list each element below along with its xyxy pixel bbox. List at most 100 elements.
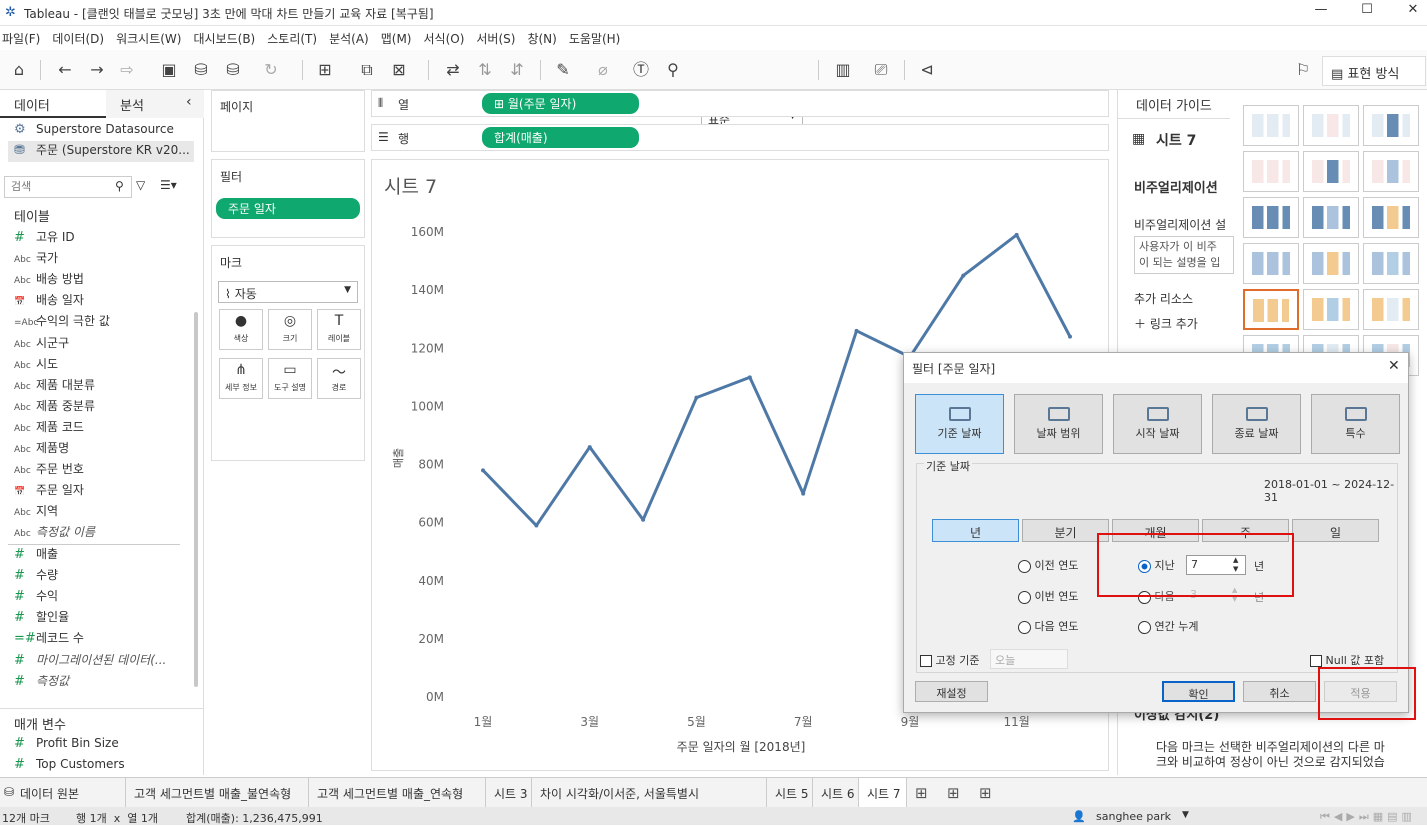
opt-next-year[interactable]: 다음 연도 — [1018, 618, 1078, 634]
unit-1[interactable]: 분기 — [1022, 519, 1109, 542]
opt-this-year[interactable]: 이번 연도 — [1018, 588, 1078, 604]
data-point[interactable] — [961, 273, 966, 278]
data-point[interactable] — [801, 491, 806, 496]
sheet-nav-icons[interactable]: ⏮◀▶⏭▦▤▥ — [1320, 810, 1416, 824]
measure-field[interactable]: # 할인율 — [14, 608, 194, 629]
mark-button-0[interactable]: ● 색상 — [219, 309, 263, 350]
search-input[interactable] — [5, 177, 105, 195]
data-point[interactable] — [1068, 334, 1072, 339]
sheet-tab-0[interactable]: 데이터 원본 — [0, 778, 126, 808]
duplicate-sheet-icon[interactable]: ⧉ — [354, 58, 380, 82]
dimension-field[interactable]: 📅 주문 일자 — [14, 481, 194, 502]
sheet-tab-2[interactable]: 고객 세그먼트별 매출_연속형 — [309, 778, 486, 808]
opt-prev-year[interactable]: 이전 연도 — [1018, 557, 1078, 573]
menu-worksheet[interactable]: 워크시트(W) — [110, 27, 187, 50]
datasource-item-selected[interactable]: ⛃ 주문 (Superstore KR v20... — [8, 141, 194, 162]
clear-sheet-icon[interactable]: ⊠ — [386, 58, 412, 82]
save-icon[interactable]: ▣ — [156, 58, 182, 82]
new-worksheet-icon[interactable]: ⊞ — [915, 784, 928, 802]
add-link-button[interactable]: ＋ 링크 추가 — [1134, 315, 1198, 332]
checkbox[interactable] — [1310, 655, 1322, 667]
measure-field[interactable]: # 마이그레이션된 데이터(... — [14, 651, 194, 672]
view-options-icon[interactable]: ☰▾ — [160, 178, 177, 192]
columns-pill[interactable]: ⊞ 월(주문 일자) — [482, 93, 639, 114]
radio[interactable] — [1018, 590, 1031, 604]
chart-type-thumbnail[interactable] — [1303, 197, 1359, 238]
rows-shelf[interactable]: ☰ 행 합계(매출) — [371, 124, 1109, 151]
chart-type-thumbnail[interactable] — [1363, 197, 1419, 238]
chart-type-thumbnail[interactable] — [1243, 197, 1299, 238]
cancel-button[interactable]: 취소 — [1243, 681, 1316, 702]
radio[interactable] — [1018, 620, 1031, 634]
swap-icon[interactable]: ⇄ — [440, 58, 466, 82]
mark-button-2[interactable]: T 레이블 — [317, 309, 361, 350]
data-point[interactable] — [747, 375, 752, 380]
parameter-field[interactable]: # Top Customers — [14, 757, 194, 778]
measure-field[interactable]: # 측정값 — [14, 672, 194, 693]
chart-type-thumbnail[interactable] — [1243, 243, 1299, 284]
new-story-icon[interactable]: ⊞ — [979, 784, 992, 802]
anchor-checkbox[interactable]: 고정 기준 — [920, 652, 979, 668]
presentation-icon[interactable]: ⎚ — [868, 58, 894, 82]
dimension-field[interactable]: Abc 시군구 — [14, 334, 194, 355]
pages-shelf[interactable]: 페이지 — [211, 90, 365, 152]
dimension-field[interactable]: Abc 시도 — [14, 355, 194, 376]
data-point[interactable] — [534, 523, 539, 528]
mark-type-select[interactable]: ⌇ 자동 ▼ — [218, 281, 358, 303]
new-dashboard-icon[interactable]: ⊞ — [947, 784, 960, 802]
measure-field[interactable]: =#레코드 수 — [14, 629, 194, 650]
menu-help[interactable]: 도움말(H) — [563, 27, 627, 50]
mark-button-4[interactable]: ▭ 도구 설명 — [268, 358, 312, 399]
menu-data[interactable]: 데이터(D) — [46, 27, 110, 50]
pin-icon[interactable]: ⚲ — [660, 58, 686, 82]
maximize-button[interactable]: ☐ — [1347, 2, 1387, 24]
group-icon[interactable]: ⌀ — [590, 58, 616, 82]
dimension-field[interactable]: Abc 배송 방법 — [14, 270, 194, 291]
chart-type-thumbnail[interactable] — [1243, 105, 1299, 146]
unit-0[interactable]: 년 — [932, 519, 1019, 542]
chart-type-thumbnail[interactable] — [1303, 243, 1359, 284]
filter-type-2[interactable]: 시작 날짜 — [1113, 394, 1202, 454]
show-me-button[interactable]: ▤ 표현 방식 — [1322, 56, 1426, 86]
filter-type-1[interactable]: 날짜 범위 — [1014, 394, 1103, 454]
user-name[interactable]: sanghee park — [1096, 810, 1171, 823]
filter-icon[interactable]: ▽ — [136, 178, 145, 192]
chart-type-thumbnail[interactable] — [1303, 289, 1359, 330]
close-window-button[interactable]: ✕ — [1393, 2, 1427, 24]
dimension-field[interactable]: 📅 배송 일자 — [14, 291, 194, 312]
chart-type-thumbnail[interactable] — [1363, 105, 1419, 146]
viz-desc-input[interactable]: 사용자가 이 비주 이 되는 설명을 입 — [1134, 236, 1234, 274]
labels-icon[interactable]: Ⓣ — [628, 58, 654, 82]
pause-update-icon[interactable]: ⛁ — [220, 58, 246, 82]
dimension-field[interactable]: # 고유 ID — [14, 228, 194, 249]
menu-server[interactable]: 서버(S) — [470, 27, 521, 50]
replay-icon[interactable]: ⇨ — [114, 58, 140, 82]
sheet-tab-1[interactable]: 고객 세그먼트별 매출_불연속형 — [126, 778, 309, 808]
dimension-field[interactable]: Abc 제품명 — [14, 439, 194, 460]
chevron-down-icon[interactable]: ▼ — [1182, 810, 1189, 820]
new-sheet-icon[interactable]: ⊞ — [312, 58, 338, 82]
dimension-field[interactable]: Abc 측정값 이름 — [14, 523, 194, 544]
dimension-field[interactable]: =Abc수익의 극한 값 — [14, 312, 194, 333]
data-point[interactable] — [854, 328, 859, 333]
menu-window[interactable]: 창(N) — [521, 27, 562, 50]
data-guide-tab[interactable]: 데이터 가이드 — [1136, 95, 1212, 114]
filter-type-3[interactable]: 종료 날짜 — [1212, 394, 1301, 454]
refresh-icon[interactable]: ↻ — [258, 58, 284, 82]
measure-field[interactable]: # 매출 — [14, 545, 194, 566]
menu-file[interactable]: 파일(F) — [0, 27, 46, 50]
menu-story[interactable]: 스토리(T) — [261, 27, 323, 50]
sort-desc-icon[interactable]: ⇵ — [504, 58, 530, 82]
new-datasource-icon[interactable]: ⛁ — [188, 58, 214, 82]
undo-icon[interactable]: ← — [52, 58, 78, 82]
opt-ytd[interactable]: 연간 누계 — [1138, 618, 1198, 634]
ok-button[interactable]: 확인 — [1162, 681, 1235, 702]
show-cards-icon[interactable]: ▥ — [830, 58, 856, 82]
highlight-icon[interactable]: ✎ — [550, 58, 576, 82]
home-icon[interactable]: ⌂ — [6, 58, 32, 82]
sheet-tab-6[interactable]: 시트 6 — [813, 778, 859, 808]
parameter-field[interactable]: # Profit Bin Size — [14, 736, 194, 757]
sort-asc-icon[interactable]: ⇅ — [472, 58, 498, 82]
minimize-button[interactable]: — — [1301, 2, 1341, 24]
chart-type-thumbnail[interactable] — [1303, 151, 1359, 192]
